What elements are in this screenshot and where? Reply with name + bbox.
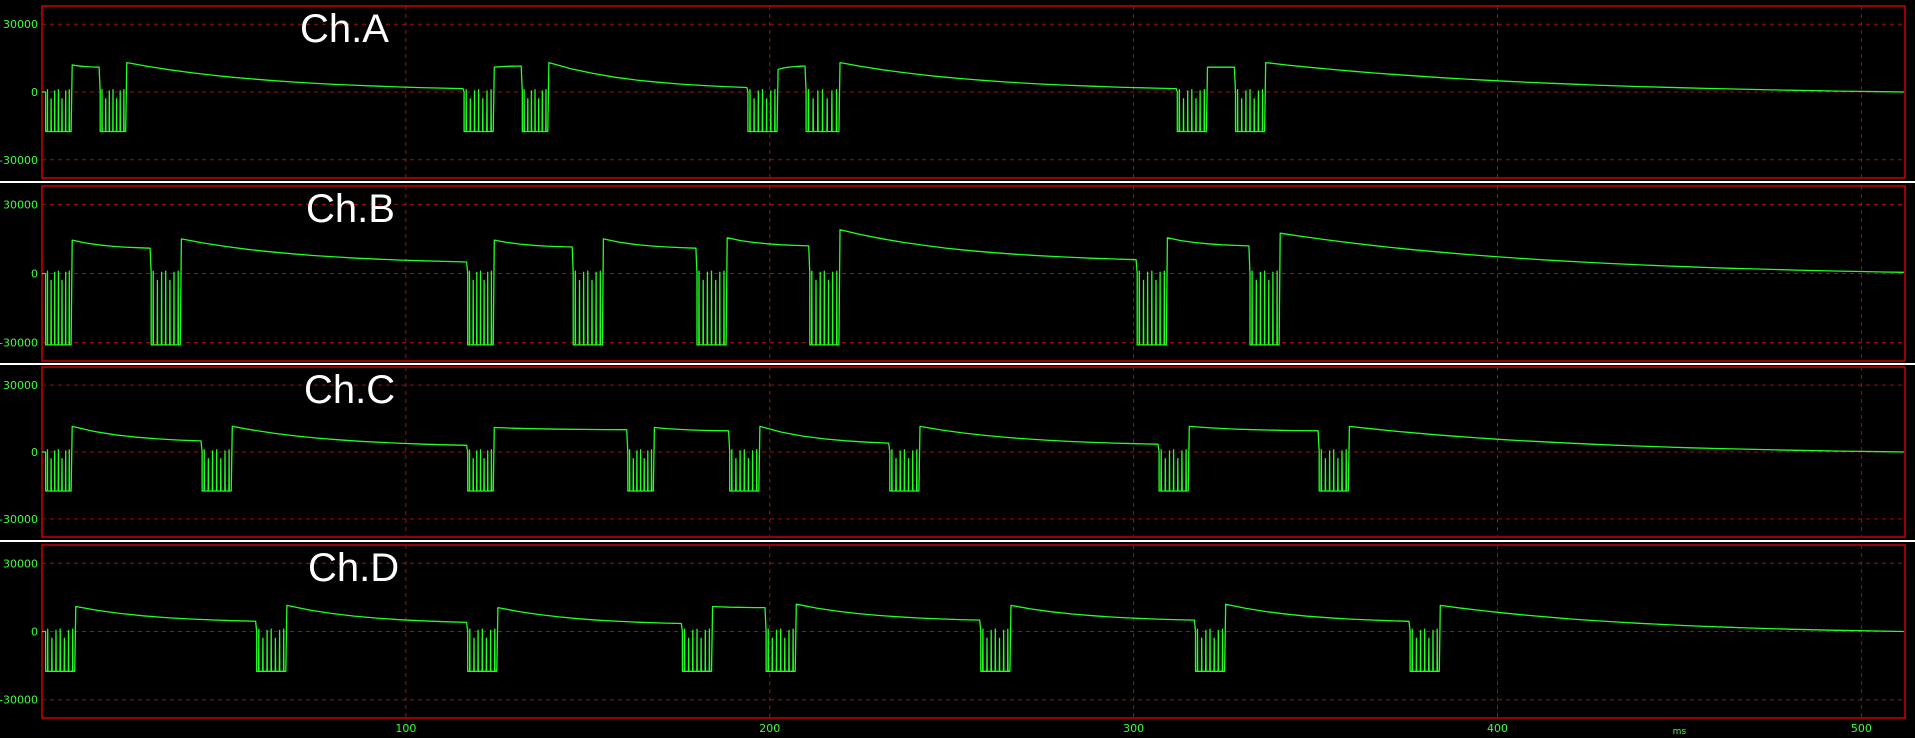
channel-trace [42, 603, 1904, 672]
x-unit-label: ms [1673, 727, 1687, 737]
y-tick-label: 0 [31, 446, 38, 459]
y-tick-label: -30000 [0, 154, 38, 167]
channel-title: Ch.B [306, 187, 395, 231]
y-tick-label: -30000 [0, 513, 38, 526]
channel-panel: 30000 0 -30000 Ch.B [0, 185, 1906, 362]
channel-title: Ch.D [308, 546, 399, 590]
channel-trace [42, 229, 1904, 346]
y-tick-label: 0 [31, 268, 38, 281]
channel-panel: 30000 0 -30000 Ch.C [0, 366, 1906, 538]
channel-trace [42, 61, 1904, 133]
y-tick-label: 30000 [3, 557, 38, 570]
channel-title: Ch.A [300, 7, 389, 51]
channel-trace [42, 425, 1904, 492]
x-tick-label: 500 [1851, 722, 1872, 735]
x-tick-label: 200 [759, 722, 780, 735]
y-tick-label: -30000 [0, 337, 38, 350]
channel-title: Ch.C [304, 368, 395, 412]
y-tick-label: 30000 [3, 379, 38, 392]
y-tick-label: 0 [31, 626, 38, 639]
x-tick-label: 100 [395, 722, 416, 735]
x-tick-label: 300 [1123, 722, 1144, 735]
oscilloscope-chart: 30000 0 -30000 Ch.A 30000 0 -30000 Ch.B 30000 0 -3… [0, 5, 1915, 737]
channel-panel: 30000 0 -30000 Ch.A [0, 5, 1906, 179]
y-tick-label: 0 [31, 86, 38, 99]
channel-panel: 30000 0 -30000 Ch.D [0, 544, 1906, 719]
y-tick-label: 30000 [3, 198, 38, 211]
x-tick-label: 400 [1487, 722, 1508, 735]
y-tick-label: 30000 [3, 18, 38, 31]
y-tick-label: -30000 [0, 694, 38, 707]
